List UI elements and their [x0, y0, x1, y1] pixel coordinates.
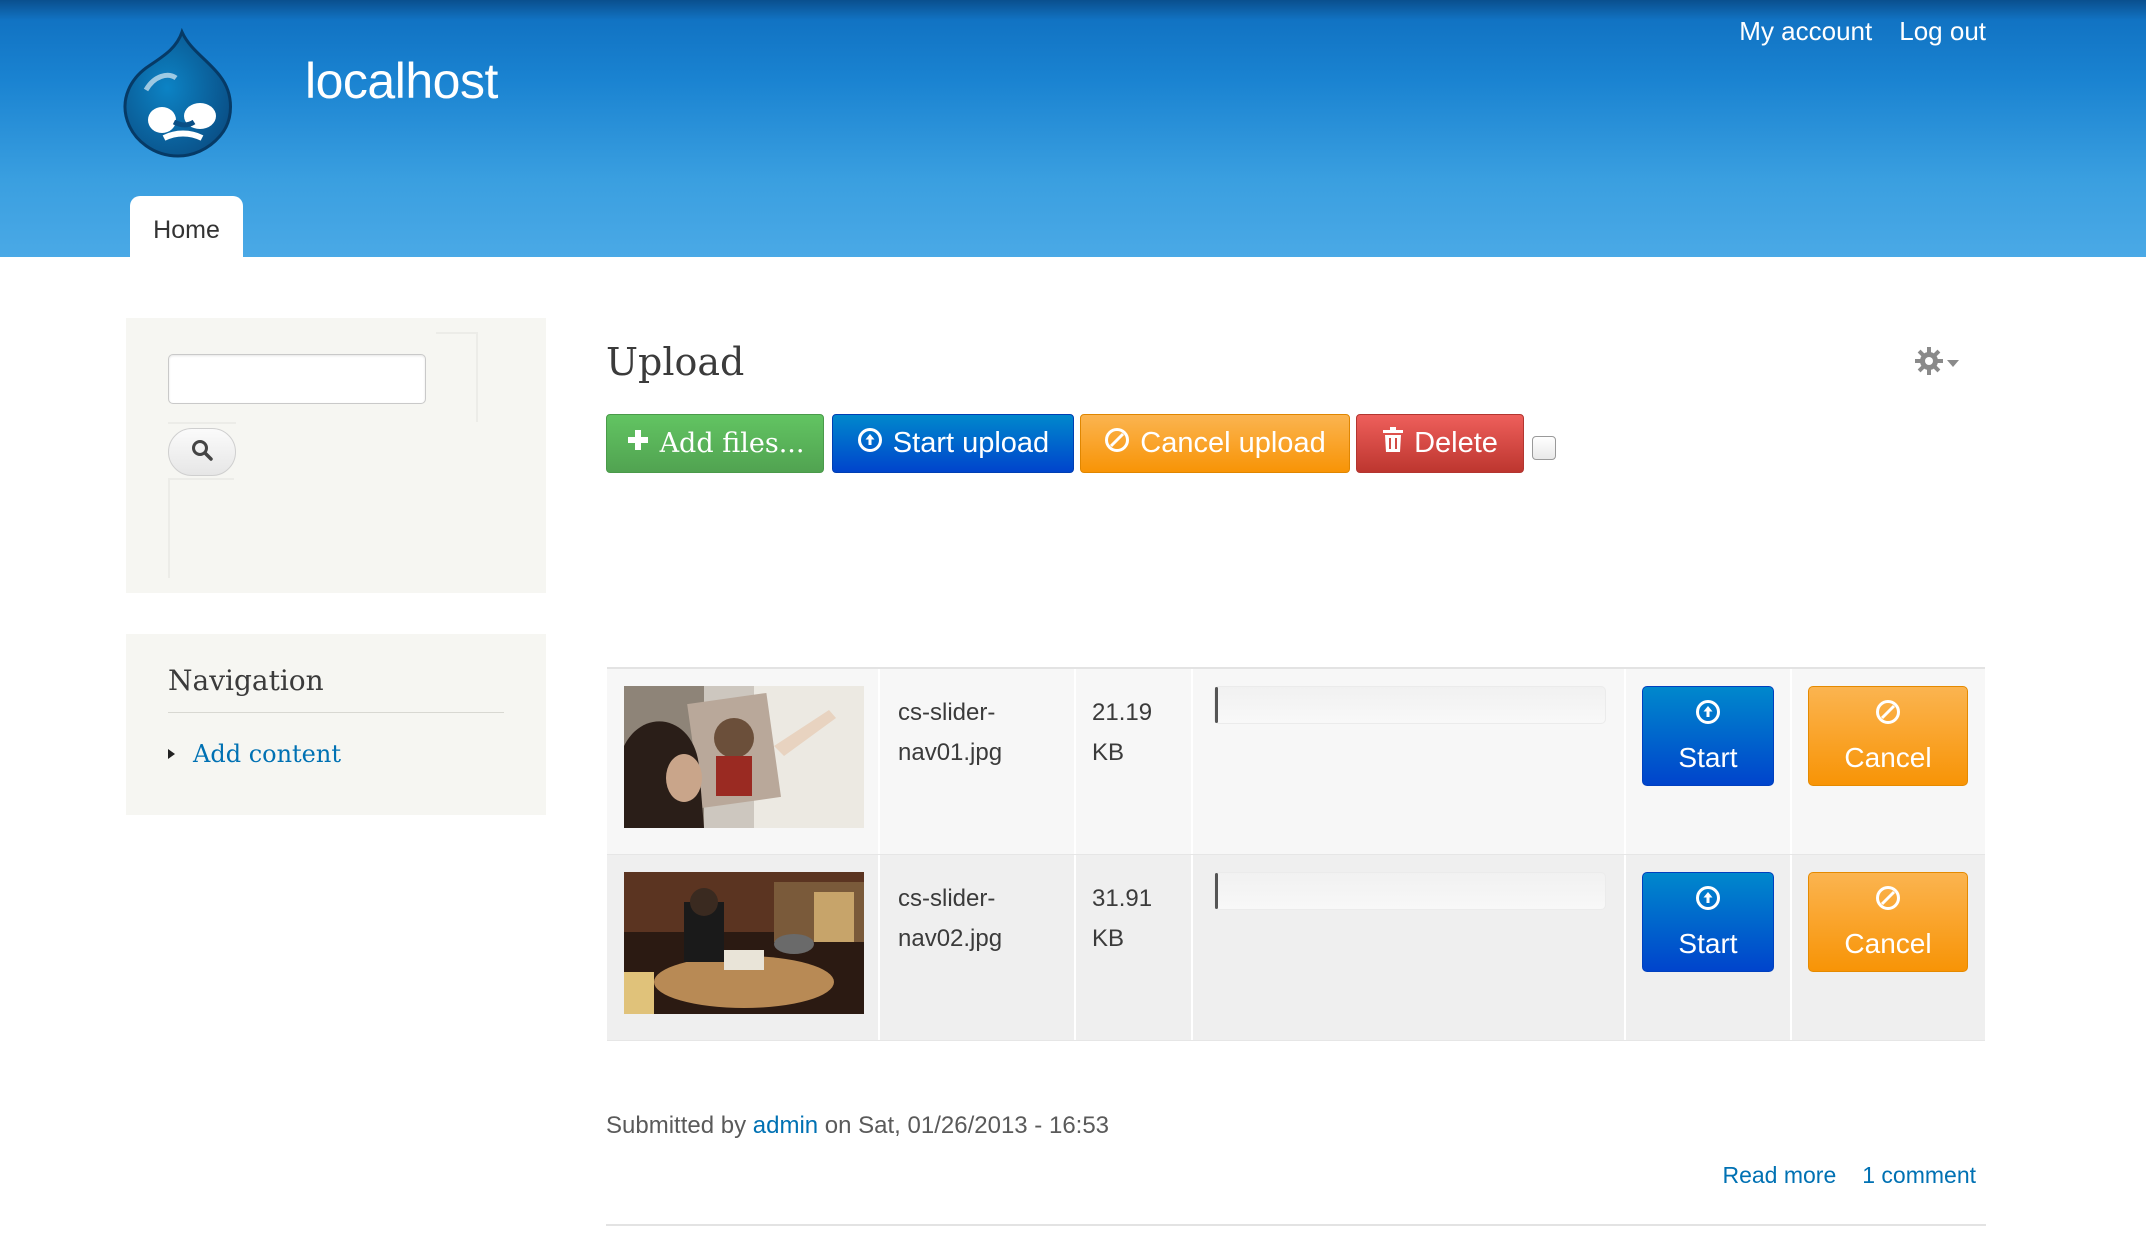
tab-home[interactable]: Home: [130, 196, 243, 258]
file-thumbnail: [624, 686, 864, 828]
start-label: Start: [1678, 927, 1738, 959]
divider: [1624, 669, 1626, 854]
file-name-line: nav02.jpg: [898, 925, 1003, 952]
author-link[interactable]: admin: [753, 1112, 818, 1139]
start-label: Start: [1678, 741, 1738, 773]
cancel-button[interactable]: Cancel: [1808, 872, 1968, 972]
file-name: cs-slider- nav01.jpg: [898, 693, 1028, 773]
file-size-value: 21.19: [1092, 699, 1153, 726]
add-files-label: Add files...: [659, 428, 805, 459]
file-name-line: cs-slider-: [898, 699, 996, 726]
divider: [1624, 855, 1626, 1040]
select-all-checkbox[interactable]: [1532, 436, 1556, 460]
file-size: 31.91 KB: [1092, 879, 1152, 959]
start-button[interactable]: Start: [1642, 686, 1774, 786]
divider: [878, 855, 880, 1040]
triangle-right-icon: [168, 749, 175, 759]
upload-circle-icon: [1695, 699, 1721, 732]
caret-down-icon: [1946, 355, 1960, 373]
start-upload-button[interactable]: Start upload: [832, 414, 1074, 473]
divider: [1074, 669, 1076, 854]
divider: [1191, 855, 1193, 1040]
progress-fill: [1215, 687, 1218, 723]
file-name-line: nav01.jpg: [898, 739, 1003, 766]
contextual-links-button[interactable]: [1914, 346, 1960, 381]
upload-circle-icon: [857, 427, 883, 461]
add-files-button[interactable]: Add files...: [606, 414, 824, 473]
progress-fill: [1215, 873, 1218, 909]
site-name[interactable]: localhost: [305, 52, 498, 110]
divider: [1790, 669, 1792, 854]
gear-icon: [1914, 346, 1944, 381]
add-content-link[interactable]: Add content: [193, 740, 341, 768]
file-size-unit: KB: [1092, 739, 1125, 766]
divider: [1790, 855, 1792, 1040]
node-links: Read more 1 comment: [1722, 1162, 1976, 1189]
divider: [168, 478, 170, 578]
submitted-prefix: Submitted by: [606, 1112, 747, 1139]
divider: [168, 422, 236, 424]
cancel-upload-label: Cancel upload: [1140, 427, 1326, 459]
file-size: 21.19 KB: [1092, 693, 1152, 773]
file-thumbnail: [624, 872, 864, 1014]
cancel-upload-button[interactable]: Cancel upload: [1080, 414, 1350, 473]
ban-icon: [1104, 427, 1130, 461]
cancel-button[interactable]: Cancel: [1808, 686, 1968, 786]
divider: [168, 478, 234, 480]
my-account-link[interactable]: My account: [1739, 16, 1872, 47]
search-icon: [190, 438, 214, 467]
divider: [476, 332, 478, 422]
table-row: cs-slider- nav02.jpg 31.91 KB Start Canc…: [607, 855, 1985, 1041]
file-size-value: 31.91: [1092, 885, 1153, 912]
divider: [1074, 855, 1076, 1040]
ban-icon: [1875, 699, 1901, 732]
comments-link[interactable]: 1 comment: [1862, 1162, 1976, 1189]
divider: [1191, 669, 1193, 854]
cancel-label: Cancel: [1844, 927, 1932, 959]
submitted-info: Submitted by admin on Sat, 01/26/2013 - …: [606, 1112, 1109, 1140]
upload-files-table: cs-slider- nav01.jpg 21.19 KB Start Canc…: [607, 667, 1985, 1041]
page-title: Upload: [606, 340, 745, 384]
divider: [606, 1224, 1986, 1226]
upload-progress-bar: [1214, 872, 1606, 910]
cancel-label: Cancel: [1844, 741, 1932, 773]
divider: [878, 669, 880, 854]
navigation-block: Navigation Add content: [126, 634, 546, 815]
search-button[interactable]: [168, 428, 236, 476]
navigation-title: Navigation: [168, 664, 324, 697]
plus-icon: [626, 428, 650, 459]
delete-button[interactable]: Delete: [1356, 414, 1524, 473]
submitted-date: on Sat, 01/26/2013 - 16:53: [824, 1112, 1110, 1139]
search-input[interactable]: [168, 354, 426, 404]
file-name-line: cs-slider-: [898, 885, 996, 912]
divider: [168, 712, 504, 713]
ban-icon: [1875, 885, 1901, 918]
file-size-unit: KB: [1092, 925, 1125, 952]
trash-icon: [1382, 426, 1404, 461]
search-block: [126, 318, 546, 593]
nav-item-add-content: Add content: [168, 740, 341, 768]
upload-progress-bar: [1214, 686, 1606, 724]
delete-label: Delete: [1414, 427, 1498, 459]
site-header: localhost My account Log out Home: [0, 0, 2146, 258]
secondary-menu: My account Log out: [1739, 16, 1986, 47]
start-button[interactable]: Start: [1642, 872, 1774, 972]
divider: [436, 332, 476, 334]
start-upload-label: Start upload: [892, 427, 1050, 459]
file-name: cs-slider- nav02.jpg: [898, 879, 1028, 959]
upload-circle-icon: [1695, 885, 1721, 918]
log-out-link[interactable]: Log out: [1899, 16, 1986, 47]
table-row: cs-slider- nav01.jpg 21.19 KB Start Canc…: [607, 669, 1985, 855]
read-more-link[interactable]: Read more: [1722, 1162, 1836, 1189]
drupal-logo[interactable]: [120, 27, 240, 160]
